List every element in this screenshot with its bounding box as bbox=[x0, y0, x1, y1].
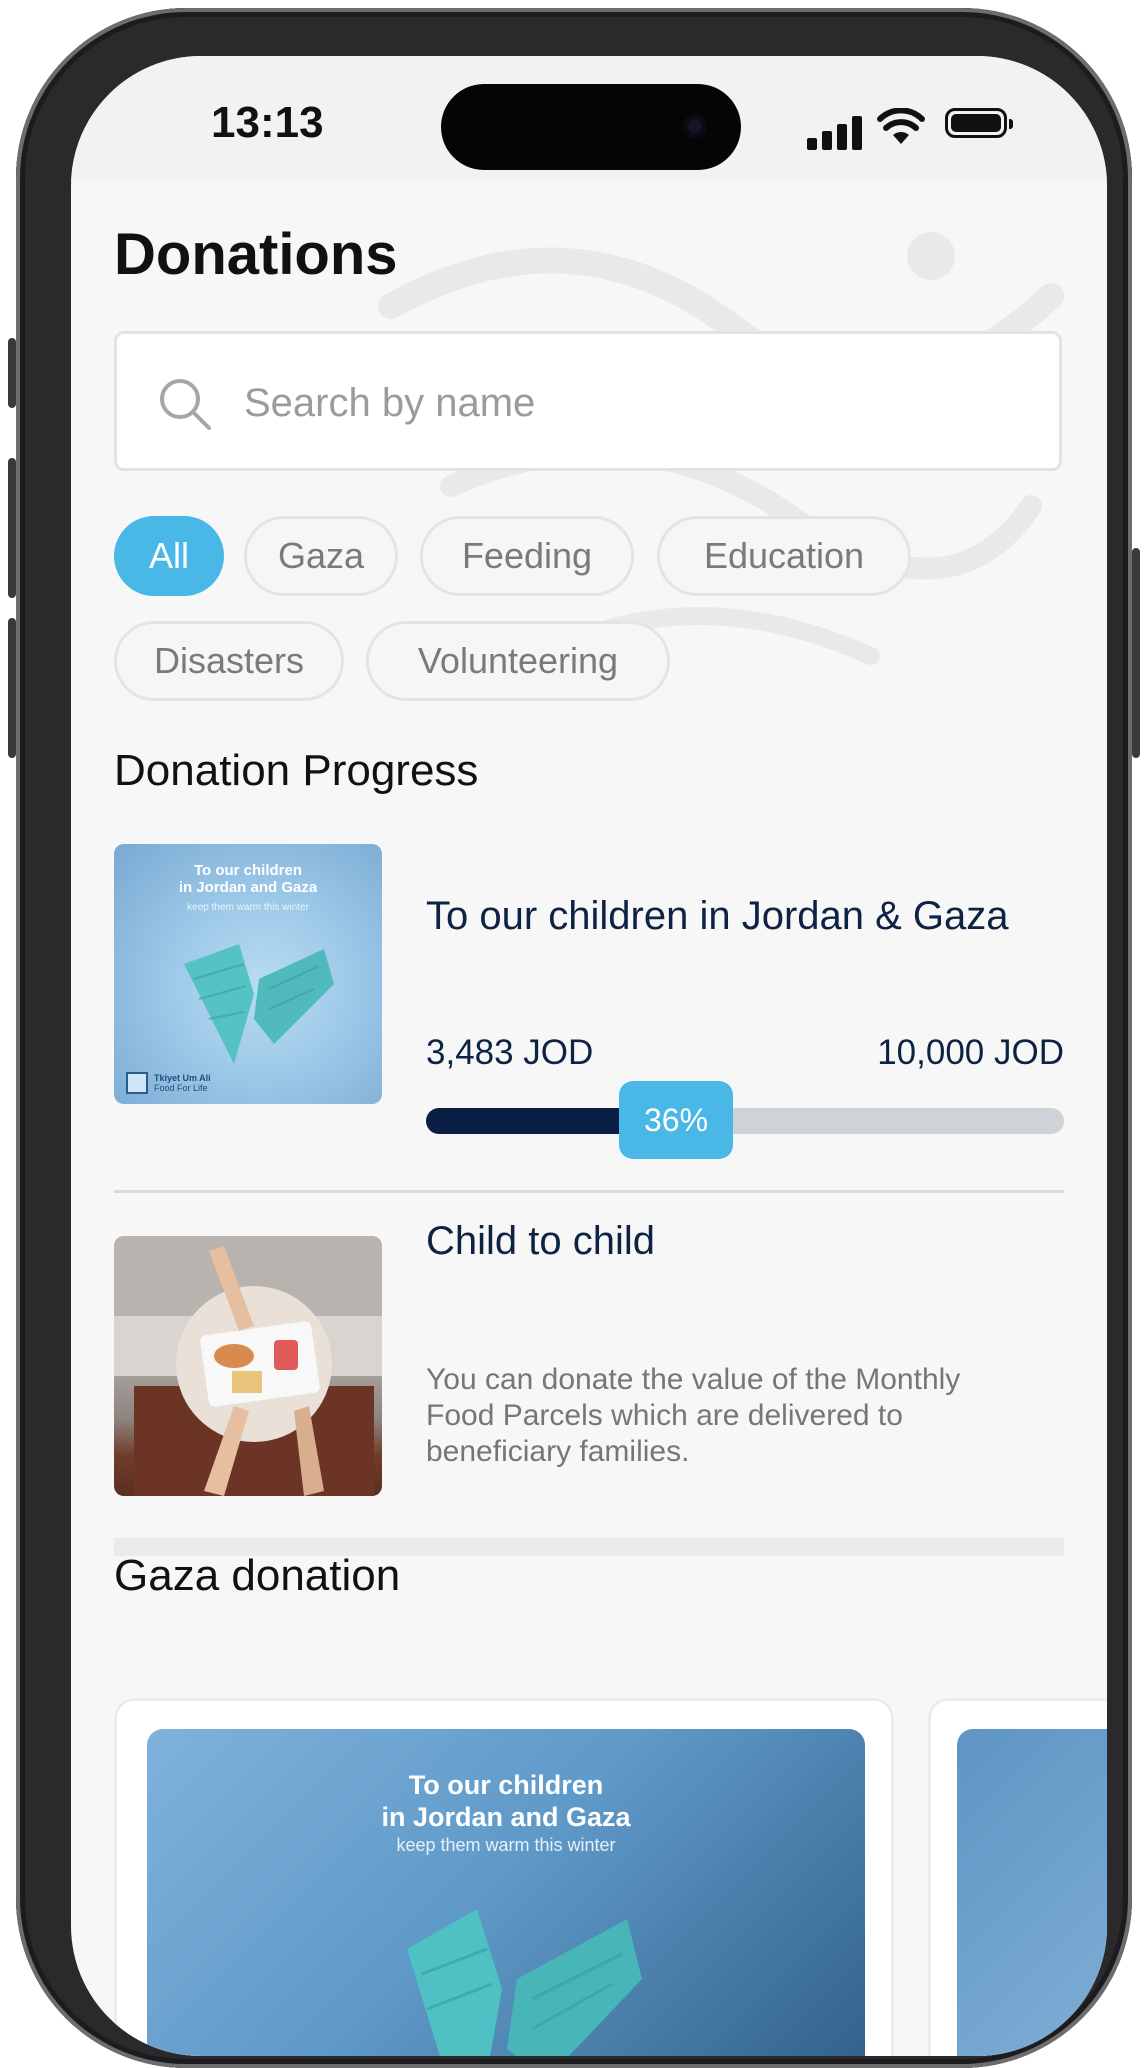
donation-progress-heading: Donation Progress bbox=[114, 746, 479, 795]
mittens-illustration bbox=[184, 944, 334, 1064]
cellular-signal-icon bbox=[807, 114, 863, 150]
status-time: 13:13 bbox=[211, 98, 324, 147]
wifi-icon bbox=[877, 108, 925, 144]
image-headline-2: in Jordan and Gaza bbox=[178, 879, 318, 896]
campaign-image-child-to-child[interactable] bbox=[114, 1236, 382, 1496]
goal-amount: 10,000 JOD bbox=[877, 1033, 1064, 1072]
gaza-donation-heading: Gaza donation bbox=[114, 1551, 401, 1600]
filter-chip-all[interactable]: All bbox=[114, 516, 224, 596]
filter-chip-education[interactable]: Education bbox=[657, 516, 911, 596]
filter-chip-feeding[interactable]: Feeding bbox=[420, 516, 634, 596]
campaign-description: You can donate the value of the Monthly … bbox=[426, 1363, 961, 1468]
tkiyet-logo: Tkiyet Um Ali Food For Life bbox=[126, 1072, 211, 1094]
camera-icon bbox=[683, 114, 707, 138]
phone-frame: 13:13 Donations Search by name All Gaza … bbox=[8, 8, 1140, 2068]
battery-icon bbox=[945, 108, 1013, 138]
volume-down-button bbox=[8, 618, 16, 758]
image-subline: keep them warm this winter bbox=[187, 902, 309, 913]
dynamic-island bbox=[441, 84, 741, 170]
filter-chip-gaza[interactable]: Gaza bbox=[244, 516, 398, 596]
app-screen: 13:13 Donations Search by name All Gaza … bbox=[71, 56, 1107, 2056]
search-bar[interactable] bbox=[114, 331, 1062, 471]
gaza-card-subline: keep them warm this winter bbox=[396, 1835, 616, 1855]
progress-percent-badge: 36% bbox=[619, 1081, 733, 1159]
search-input[interactable] bbox=[242, 362, 1026, 444]
filter-chip-volunteering[interactable]: Volunteering bbox=[366, 621, 670, 701]
raised-amount: 3,483 JOD bbox=[426, 1033, 594, 1072]
campaign-image-jordan-gaza[interactable]: To our children in Jordan and Gaza keep … bbox=[114, 844, 382, 1104]
volume-up-button bbox=[8, 458, 16, 598]
gaza-card-headline-2: in Jordan and Gaza bbox=[381, 1802, 631, 1832]
list-divider bbox=[114, 1190, 1064, 1193]
status-bar: 13:13 bbox=[71, 56, 1107, 181]
page-title: Donations bbox=[114, 222, 398, 287]
progress-bar bbox=[426, 1108, 1064, 1134]
gaza-donation-card-next[interactable] bbox=[928, 1698, 1107, 2056]
gaza-card-image: To our children in Jordan and Gaza keep … bbox=[147, 1729, 865, 2056]
filter-chip-disasters[interactable]: Disasters bbox=[114, 621, 344, 701]
image-headline-1: To our children bbox=[193, 862, 303, 879]
mittens-illustration bbox=[407, 1909, 642, 2056]
gaza-donation-card[interactable]: To our children in Jordan and Gaza keep … bbox=[114, 1698, 894, 2056]
mute-switch bbox=[8, 338, 16, 408]
campaign-title-child-to-child[interactable]: Child to child bbox=[426, 1216, 1046, 1266]
gaza-card-image-next bbox=[957, 1729, 1107, 2056]
gaza-card-headline-1: To our children bbox=[408, 1770, 604, 1800]
search-icon bbox=[160, 379, 211, 430]
plate-illustration bbox=[114, 1236, 382, 1496]
power-button bbox=[1132, 548, 1140, 758]
campaign-title-jordan-gaza[interactable]: To our children in Jordan & Gaza bbox=[426, 891, 1046, 941]
